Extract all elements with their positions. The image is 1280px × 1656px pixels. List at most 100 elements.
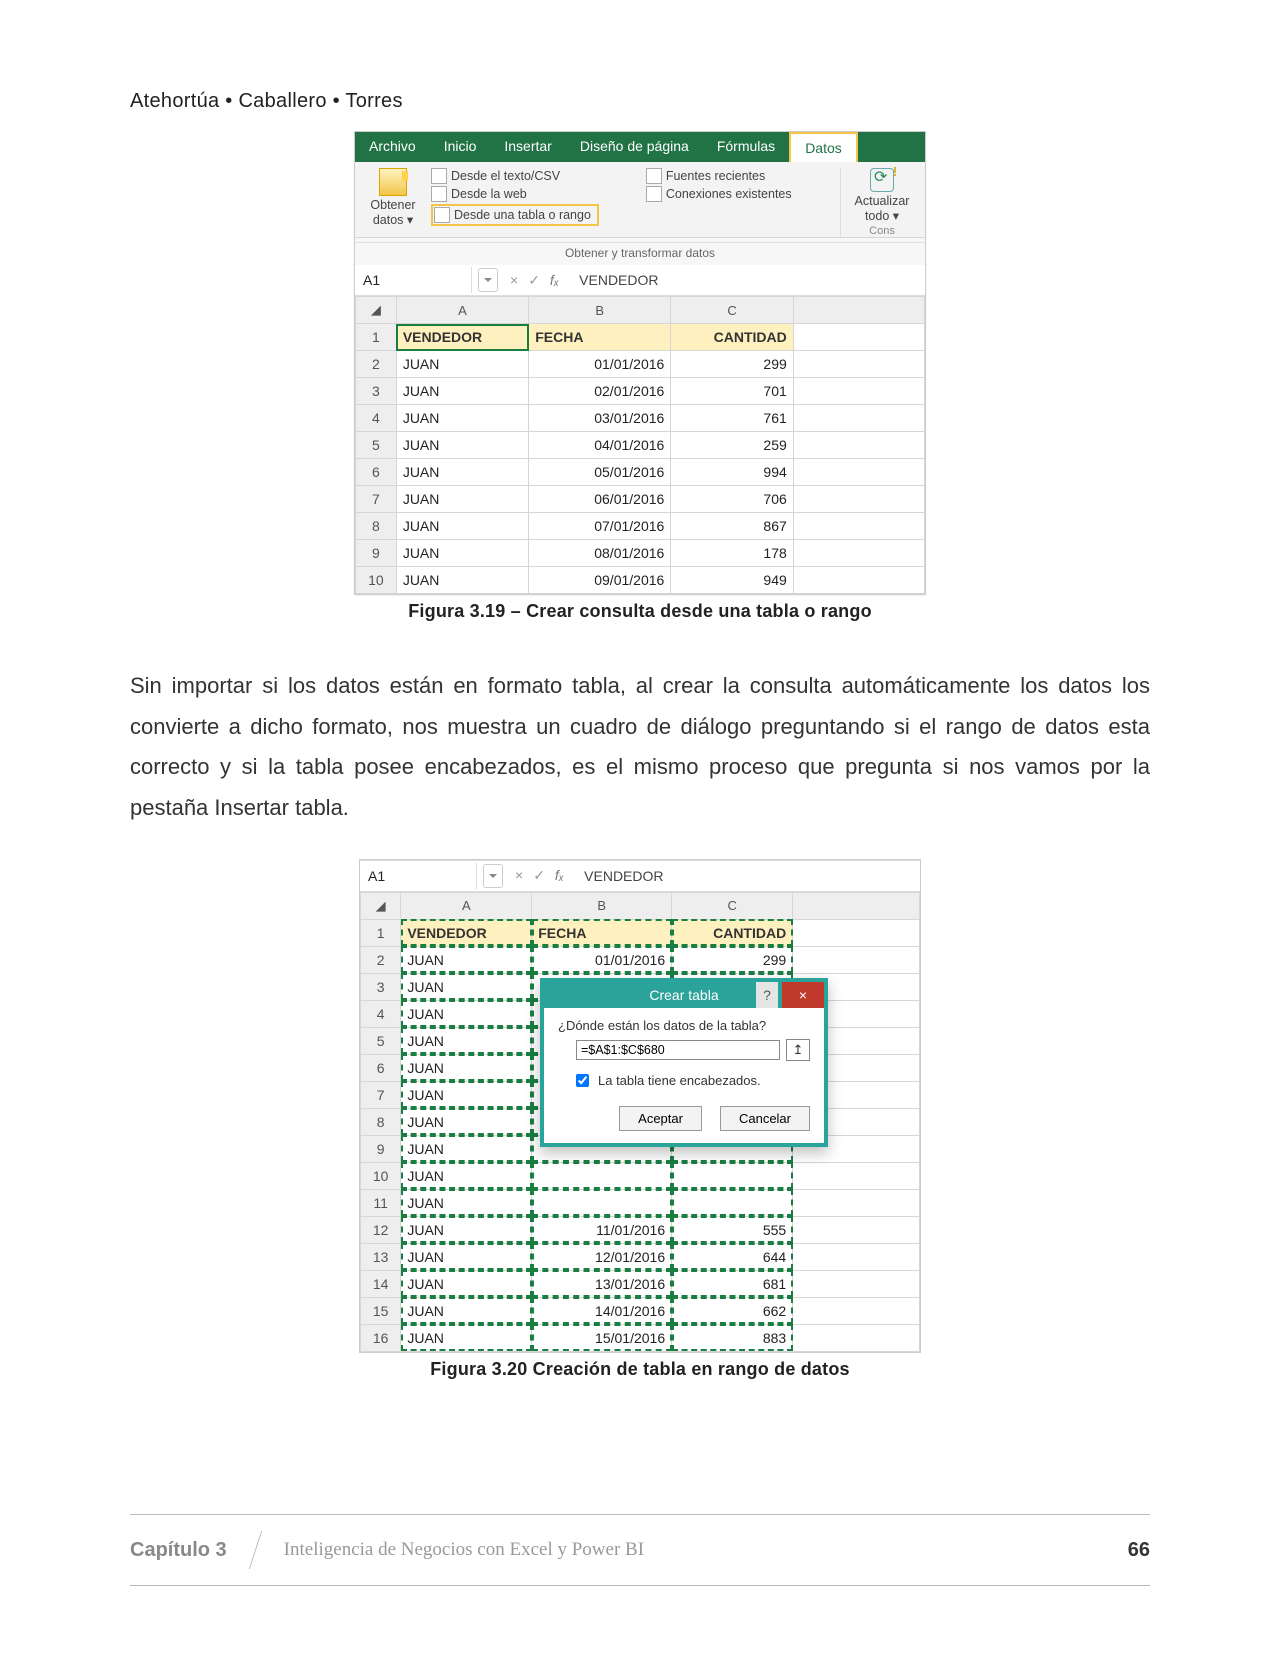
cell[interactable]: JUAN: [396, 378, 528, 405]
cell[interactable]: 949: [671, 567, 793, 594]
fx-icon[interactable]: fₓ: [550, 272, 559, 289]
cell[interactable]: JUAN: [401, 1081, 532, 1108]
select-all-corner[interactable]: ◢: [356, 297, 397, 324]
cell[interactable]: [672, 1162, 793, 1189]
cell[interactable]: JUAN: [401, 1000, 532, 1027]
dialog-ok-button[interactable]: Aceptar: [619, 1106, 702, 1131]
cell[interactable]: 299: [672, 946, 793, 973]
tab-archivo[interactable]: Archivo: [355, 132, 430, 162]
row-header[interactable]: 8: [361, 1108, 401, 1135]
row-header[interactable]: 10: [361, 1162, 401, 1189]
cell[interactable]: 01/01/2016: [532, 946, 672, 973]
refresh-all-label[interactable]: Actualizar todo ▾: [847, 194, 917, 223]
accept-icon-2[interactable]: ✓: [533, 867, 545, 884]
cell[interactable]: JUAN: [401, 1189, 532, 1216]
cell[interactable]: 09/01/2016: [529, 567, 671, 594]
cell[interactable]: 13/01/2016: [532, 1270, 672, 1297]
cell[interactable]: [532, 1189, 672, 1216]
col-header-c[interactable]: C: [671, 297, 793, 324]
cell[interactable]: 178: [671, 540, 793, 567]
cell-c1[interactable]: CANTIDAD: [671, 324, 793, 351]
col-header-b-2[interactable]: B: [532, 892, 672, 919]
cell[interactable]: JUAN: [401, 1324, 532, 1351]
cell-b1-2[interactable]: FECHA: [532, 919, 672, 946]
row-header[interactable]: 6: [356, 459, 397, 486]
row-header[interactable]: 9: [356, 540, 397, 567]
cancel-icon[interactable]: ×: [510, 272, 518, 289]
cell-a1-2[interactable]: VENDEDOR: [401, 919, 532, 946]
cell[interactable]: 555: [672, 1216, 793, 1243]
cell[interactable]: 11/01/2016: [532, 1216, 672, 1243]
recent-sources[interactable]: Fuentes recientes: [646, 168, 832, 184]
select-all-corner-2[interactable]: ◢: [361, 892, 401, 919]
cell-b1[interactable]: FECHA: [529, 324, 671, 351]
row-header[interactable]: 4: [356, 405, 397, 432]
cell[interactable]: 883: [672, 1324, 793, 1351]
row-header[interactable]: 14: [361, 1270, 401, 1297]
cell[interactable]: 994: [671, 459, 793, 486]
cell[interactable]: 08/01/2016: [529, 540, 671, 567]
cell[interactable]: JUAN: [396, 351, 528, 378]
row-header[interactable]: 5: [356, 432, 397, 459]
tab-datos[interactable]: Datos: [789, 132, 858, 162]
row-header[interactable]: 11: [361, 1189, 401, 1216]
cell-c1-2[interactable]: CANTIDAD: [672, 919, 793, 946]
tab-diseno[interactable]: Diseño de página: [566, 132, 703, 162]
cell[interactable]: 681: [672, 1270, 793, 1297]
cell[interactable]: 07/01/2016: [529, 513, 671, 540]
cell[interactable]: 662: [672, 1297, 793, 1324]
cell[interactable]: 15/01/2016: [532, 1324, 672, 1351]
from-table-range[interactable]: Desde una tabla o rango: [431, 204, 599, 226]
get-data-label[interactable]: Obtener datos ▾: [363, 198, 423, 227]
cell[interactable]: JUAN: [396, 513, 528, 540]
cell[interactable]: JUAN: [396, 405, 528, 432]
row-header[interactable]: 16: [361, 1324, 401, 1351]
row-header[interactable]: 4: [361, 1000, 401, 1027]
cell[interactable]: JUAN: [396, 540, 528, 567]
range-picker-icon[interactable]: ↥: [786, 1039, 810, 1061]
col-header-a[interactable]: A: [396, 297, 528, 324]
tab-inicio[interactable]: Inicio: [430, 132, 491, 162]
cell[interactable]: JUAN: [401, 1135, 532, 1162]
cell[interactable]: 259: [671, 432, 793, 459]
cell[interactable]: JUAN: [401, 1027, 532, 1054]
dialog-help-button[interactable]: ?: [756, 982, 778, 1008]
dialog-cancel-button[interactable]: Cancelar: [720, 1106, 810, 1131]
cell[interactable]: 04/01/2016: [529, 432, 671, 459]
row-header[interactable]: 7: [356, 486, 397, 513]
dialog-close-button[interactable]: ×: [782, 982, 824, 1008]
name-box[interactable]: A1: [355, 267, 472, 293]
cell[interactable]: [672, 1189, 793, 1216]
row-header[interactable]: 9: [361, 1135, 401, 1162]
cell[interactable]: JUAN: [401, 1216, 532, 1243]
cell[interactable]: JUAN: [396, 567, 528, 594]
cell[interactable]: JUAN: [401, 1270, 532, 1297]
cell[interactable]: 06/01/2016: [529, 486, 671, 513]
tab-insertar[interactable]: Insertar: [490, 132, 565, 162]
row-header[interactable]: 2: [361, 946, 401, 973]
row-header[interactable]: 8: [356, 513, 397, 540]
cell[interactable]: JUAN: [396, 459, 528, 486]
row-header-2[interactable]: 1: [361, 919, 401, 946]
cell[interactable]: JUAN: [401, 1243, 532, 1270]
cell[interactable]: 867: [671, 513, 793, 540]
row-header[interactable]: 3: [356, 378, 397, 405]
row-header[interactable]: 15: [361, 1297, 401, 1324]
cell[interactable]: JUAN: [401, 946, 532, 973]
cell[interactable]: 761: [671, 405, 793, 432]
cell[interactable]: 701: [671, 378, 793, 405]
cell[interactable]: 03/01/2016: [529, 405, 671, 432]
row-header[interactable]: 13: [361, 1243, 401, 1270]
cell[interactable]: JUAN: [396, 432, 528, 459]
name-box-dropdown-icon-2[interactable]: [483, 864, 503, 888]
cell[interactable]: 299: [671, 351, 793, 378]
cell[interactable]: JUAN: [401, 1297, 532, 1324]
from-text-csv[interactable]: Desde el texto/CSV: [431, 168, 638, 184]
row-header[interactable]: 7: [361, 1081, 401, 1108]
cell[interactable]: 02/01/2016: [529, 378, 671, 405]
headers-checkbox[interactable]: [576, 1074, 589, 1087]
cell[interactable]: JUAN: [401, 1054, 532, 1081]
formula-bar-value-2[interactable]: VENDEDOR: [570, 868, 663, 884]
tab-formulas[interactable]: Fórmulas: [703, 132, 789, 162]
col-header-b[interactable]: B: [529, 297, 671, 324]
